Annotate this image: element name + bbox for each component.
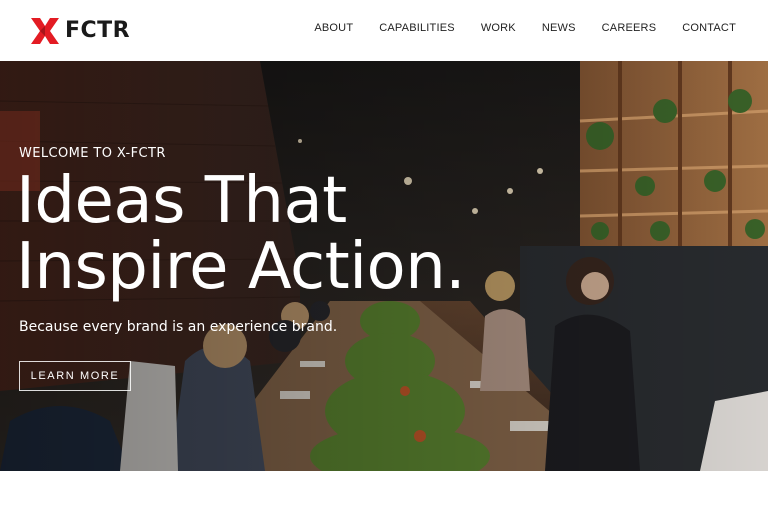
nav-about[interactable]: ABOUT	[314, 22, 353, 34]
main-nav: ABOUT CAPABILITIES WORK NEWS CAREERS CON…	[314, 22, 736, 34]
nav-careers[interactable]: CAREERS	[602, 22, 657, 34]
site-header: FCTR ABOUT CAPABILITIES WORK NEWS CAREER…	[0, 0, 768, 61]
hero-section: WELCOME TO X-FCTR Ideas That Inspire Act…	[0, 61, 768, 471]
nav-work[interactable]: WORK	[481, 22, 516, 34]
learn-more-button[interactable]: LEARN MORE	[19, 361, 131, 391]
nav-news[interactable]: NEWS	[542, 22, 576, 34]
hero-subtext: Because every brand is an experience bra…	[19, 319, 338, 335]
hero-headline: Ideas That Inspire Action.	[16, 168, 466, 300]
x-logo-icon	[31, 17, 59, 44]
nav-capabilities[interactable]: CAPABILITIES	[379, 22, 455, 34]
headline-line-2: Inspire Action.	[16, 230, 466, 304]
headline-line-1: Ideas That	[16, 164, 347, 238]
below-hero-area	[0, 471, 768, 512]
brand-logo[interactable]: FCTR	[31, 17, 130, 44]
hero-eyebrow: WELCOME TO X-FCTR	[19, 146, 166, 161]
logo-wordmark: FCTR	[65, 18, 131, 43]
nav-contact[interactable]: CONTACT	[682, 22, 736, 34]
